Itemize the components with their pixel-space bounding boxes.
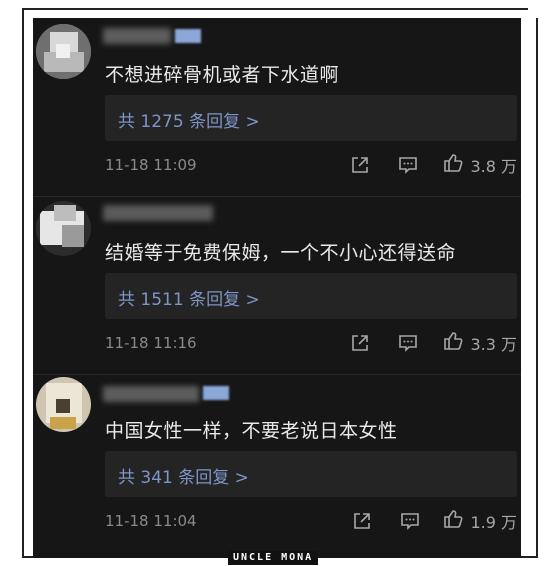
avatar[interactable]	[36, 24, 91, 79]
comment-panel: 不想进碎骨机或者下水道啊 共 1275 条回复 > 11-18 11:09 3.…	[33, 18, 521, 558]
replies-label: 共 1275 条回复 >	[118, 112, 260, 132]
watermark: UNCLE MONA	[228, 551, 319, 565]
timestamp: 11-18 11:04	[105, 512, 197, 530]
comment-icon[interactable]	[397, 154, 419, 180]
like-button[interactable]: 3.3 万	[442, 332, 517, 354]
like-button[interactable]: 3.8 万	[442, 154, 517, 176]
comment-icon[interactable]	[397, 332, 419, 358]
share-icon[interactable]	[349, 332, 371, 358]
like-count: 3.3 万	[470, 335, 517, 354]
comment-text: 不想进碎骨机或者下水道啊	[105, 64, 340, 86]
view-replies-button[interactable]: 共 341 条回复 >	[105, 451, 517, 497]
comment-meta: 11-18 11:16 3.3 万	[105, 332, 517, 354]
user-badge	[175, 29, 201, 43]
comment-item: 结婚等于免费保姆，一个不小心还得送命 共 1511 条回复 > 11-18 11…	[33, 196, 521, 372]
replies-label: 共 341 条回复 >	[118, 468, 249, 488]
view-replies-button[interactable]: 共 1275 条回复 >	[105, 95, 517, 141]
comment-item: 中国女性一样，不要老说日本女性 共 341 条回复 > 11-18 11:04 …	[33, 374, 521, 550]
thumbs-up-icon	[442, 508, 464, 534]
username-blurred[interactable]	[103, 205, 213, 221]
thumbs-up-icon	[442, 152, 464, 178]
comment-icon[interactable]	[399, 510, 421, 536]
comment-meta: 11-18 11:09 3.8 万	[105, 154, 517, 176]
avatar[interactable]	[36, 201, 91, 256]
comment-text: 结婚等于免费保姆，一个不小心还得送命	[105, 242, 457, 264]
user-badge	[203, 386, 229, 400]
comment-text: 中国女性一样，不要老说日本女性	[105, 420, 398, 442]
username-blurred[interactable]	[103, 28, 171, 44]
like-button[interactable]: 1.9 万	[442, 510, 517, 532]
frame-line-top	[22, 8, 528, 10]
view-replies-button[interactable]: 共 1511 条回复 >	[105, 273, 517, 319]
frame-line-right	[536, 18, 538, 556]
username-blurred[interactable]	[103, 386, 199, 402]
frame-line-left	[22, 8, 24, 556]
comment-item: 不想进碎骨机或者下水道啊 共 1275 条回复 > 11-18 11:09 3.…	[33, 18, 521, 194]
timestamp: 11-18 11:09	[105, 156, 197, 174]
thumbs-up-icon	[442, 330, 464, 356]
like-count: 3.8 万	[470, 157, 517, 176]
avatar[interactable]	[36, 377, 91, 432]
like-count: 1.9 万	[470, 513, 517, 532]
share-icon[interactable]	[349, 154, 371, 180]
share-icon[interactable]	[351, 510, 373, 536]
timestamp: 11-18 11:16	[105, 334, 197, 352]
comment-meta: 11-18 11:04 1.9 万	[105, 510, 517, 532]
replies-label: 共 1511 条回复 >	[118, 290, 260, 310]
